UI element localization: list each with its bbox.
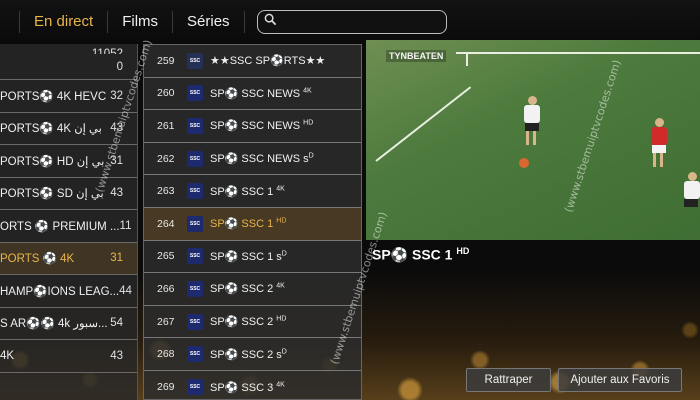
category-label: PORTS⚽ SD بي إن: [0, 188, 104, 201]
channel-logo-icon: SSC: [187, 117, 203, 134]
search-input[interactable]: [282, 15, 443, 29]
category-label: S AR⚽⚽ 4k سبور...: [0, 318, 108, 331]
category-item[interactable]: 4K 43: [0, 340, 137, 373]
category-label: ORTS ⚽ PREMIUM ...: [0, 220, 120, 233]
channel-number: 263: [157, 185, 175, 198]
channel-logo-icon: SSC: [187, 52, 203, 69]
category-item-selected[interactable]: PORTS ⚽ 4K 31: [0, 242, 137, 275]
channel-row[interactable]: 260 SSC SP⚽ SSC NEWS 4K: [144, 78, 361, 111]
nav-divider: [0, 11, 20, 33]
channel-logo-icon: SSC: [187, 346, 203, 363]
channel-number: 264: [157, 217, 175, 230]
category-item[interactable]: HAMP⚽IONS LEAG... 44: [0, 275, 137, 308]
category-label: PORTS ⚽ 4K: [0, 253, 75, 266]
catchup-button[interactable]: Rattraper: [466, 368, 551, 392]
channel-name: SP⚽ SSC 1 sD: [210, 250, 287, 263]
channel-row[interactable]: 269 SSC SP⚽ SSC 3 4K: [144, 371, 361, 400]
channel-number: 268: [157, 348, 175, 361]
channel-row[interactable]: 262 SSC SP⚽ SSC NEWS sD: [144, 143, 361, 176]
now-playing-title: SP⚽ SSC 1 HD: [372, 246, 470, 263]
add-favorites-button[interactable]: Ajouter aux Favoris: [558, 368, 682, 392]
channel-row[interactable]: 261 SSC SP⚽ SSC NEWS HD: [144, 110, 361, 143]
category-label: PORTS⚽ HD بي إن: [0, 155, 105, 168]
channel-number: 266: [157, 282, 175, 295]
broadcaster-logo: TYNBEATEN: [386, 50, 447, 62]
channel-logo-icon: SSC: [187, 280, 203, 297]
channel-name: SP⚽ SSC NEWS sD: [210, 152, 314, 166]
channel-logo-icon: SSC: [187, 248, 203, 265]
tab-live[interactable]: En direct: [20, 11, 109, 33]
channel-name: ★★SSC SP⚽RTS★★: [210, 55, 326, 68]
search-box[interactable]: [256, 10, 447, 34]
pitch-line: [466, 52, 468, 66]
channel-logo-icon: SSC: [187, 183, 203, 200]
channel-name: SP⚽ SSC 2 4K: [210, 282, 285, 296]
category-item[interactable]: S AR⚽⚽ 4k سبور... 54: [0, 308, 137, 340]
channel-name: SP⚽ SSC 3 4K: [210, 381, 285, 394]
channel-number: 261: [157, 119, 175, 132]
channel-logo-icon: SSC: [187, 215, 203, 232]
channel-row-selected[interactable]: 264 SSC SP⚽ SSC 1 HD: [144, 207, 361, 241]
channel-name: SP⚽ SSC NEWS 4K: [210, 87, 312, 100]
channel-name: SP⚽ SSC 2 HD: [210, 315, 287, 329]
category-item[interactable]: 0: [0, 54, 137, 80]
channel-logo-icon: SSC: [187, 379, 203, 396]
channel-number: 267: [157, 315, 175, 328]
channel-name: SP⚽ SSC 1 4K: [210, 185, 285, 198]
pitch-line: [456, 52, 700, 54]
footballer-figure: [524, 96, 540, 150]
channel-name: SP⚽ SSC 2 sD: [210, 347, 287, 361]
channel-name: SP⚽ SSC NEWS HD: [210, 119, 314, 133]
category-total-count: 11052: [91, 48, 123, 54]
category-label: 4K: [0, 349, 15, 362]
category-count: 54: [110, 317, 123, 330]
video-player[interactable]: TYNBEATEN: [366, 40, 700, 240]
channel-row[interactable]: 263 SSC SP⚽ SSC 1 4K: [144, 175, 361, 208]
channel-row[interactable]: 266 SSC SP⚽ SSC 2 4K: [144, 273, 361, 306]
channel-logo-icon: SSC: [187, 150, 203, 167]
channel-name: SP⚽ SSC 1 HD: [210, 217, 287, 231]
channel-number: 259: [157, 54, 175, 67]
category-item[interactable]: PORTS⚽ 4K HEVC 32: [0, 80, 137, 113]
category-count: 44: [119, 284, 132, 297]
category-count: 11: [119, 219, 132, 232]
top-nav-bar: En direct Films Séries: [0, 0, 700, 44]
category-label: PORTS⚽ 4K بي إن: [0, 123, 102, 136]
channel-row[interactable]: 259 SSC ★★SSC SP⚽RTS★★: [144, 45, 361, 78]
channel-list: 259 SSC ★★SSC SP⚽RTS★★ 260 SSC SP⚽ SSC N…: [143, 44, 362, 400]
category-total: 11052: [0, 44, 137, 54]
ball: [519, 158, 529, 168]
channel-number: 260: [157, 87, 175, 100]
footballer-figure: [684, 172, 700, 207]
search-icon: [264, 13, 277, 31]
category-list: 11052 0 PORTS⚽ 4K HEVC 32 PORTS⚽ 4K بي إ…: [0, 44, 138, 400]
channel-logo-icon: SSC: [187, 313, 203, 330]
category-item[interactable]: PORTS⚽ SD بي إن 43: [0, 178, 137, 210]
channel-row[interactable]: 268 SSC SP⚽ SSC 2 sD: [144, 338, 361, 371]
tab-movies[interactable]: Films: [108, 11, 174, 33]
channel-number: 265: [157, 250, 175, 263]
channel-logo-icon: SSC: [187, 85, 203, 102]
category-count: 43: [110, 187, 123, 200]
channel-row[interactable]: 265 SSC SP⚽ SSC 1 sD: [144, 241, 361, 274]
category-count: 31: [110, 252, 123, 265]
tab-series[interactable]: Séries: [173, 11, 245, 33]
channel-number: 262: [157, 152, 175, 165]
category-label: HAMP⚽IONS LEAG...: [0, 285, 120, 298]
footballer-figure: [651, 118, 667, 172]
category-count: 0: [116, 60, 123, 73]
category-item[interactable]: ORTS ⚽ PREMIUM ... 11: [0, 210, 137, 243]
channel-row[interactable]: 267 SSC SP⚽ SSC 2 HD: [144, 306, 361, 339]
category-count: 43: [110, 349, 123, 362]
channel-number: 269: [157, 381, 175, 394]
category-label: PORTS⚽ 4K HEVC: [0, 90, 107, 103]
